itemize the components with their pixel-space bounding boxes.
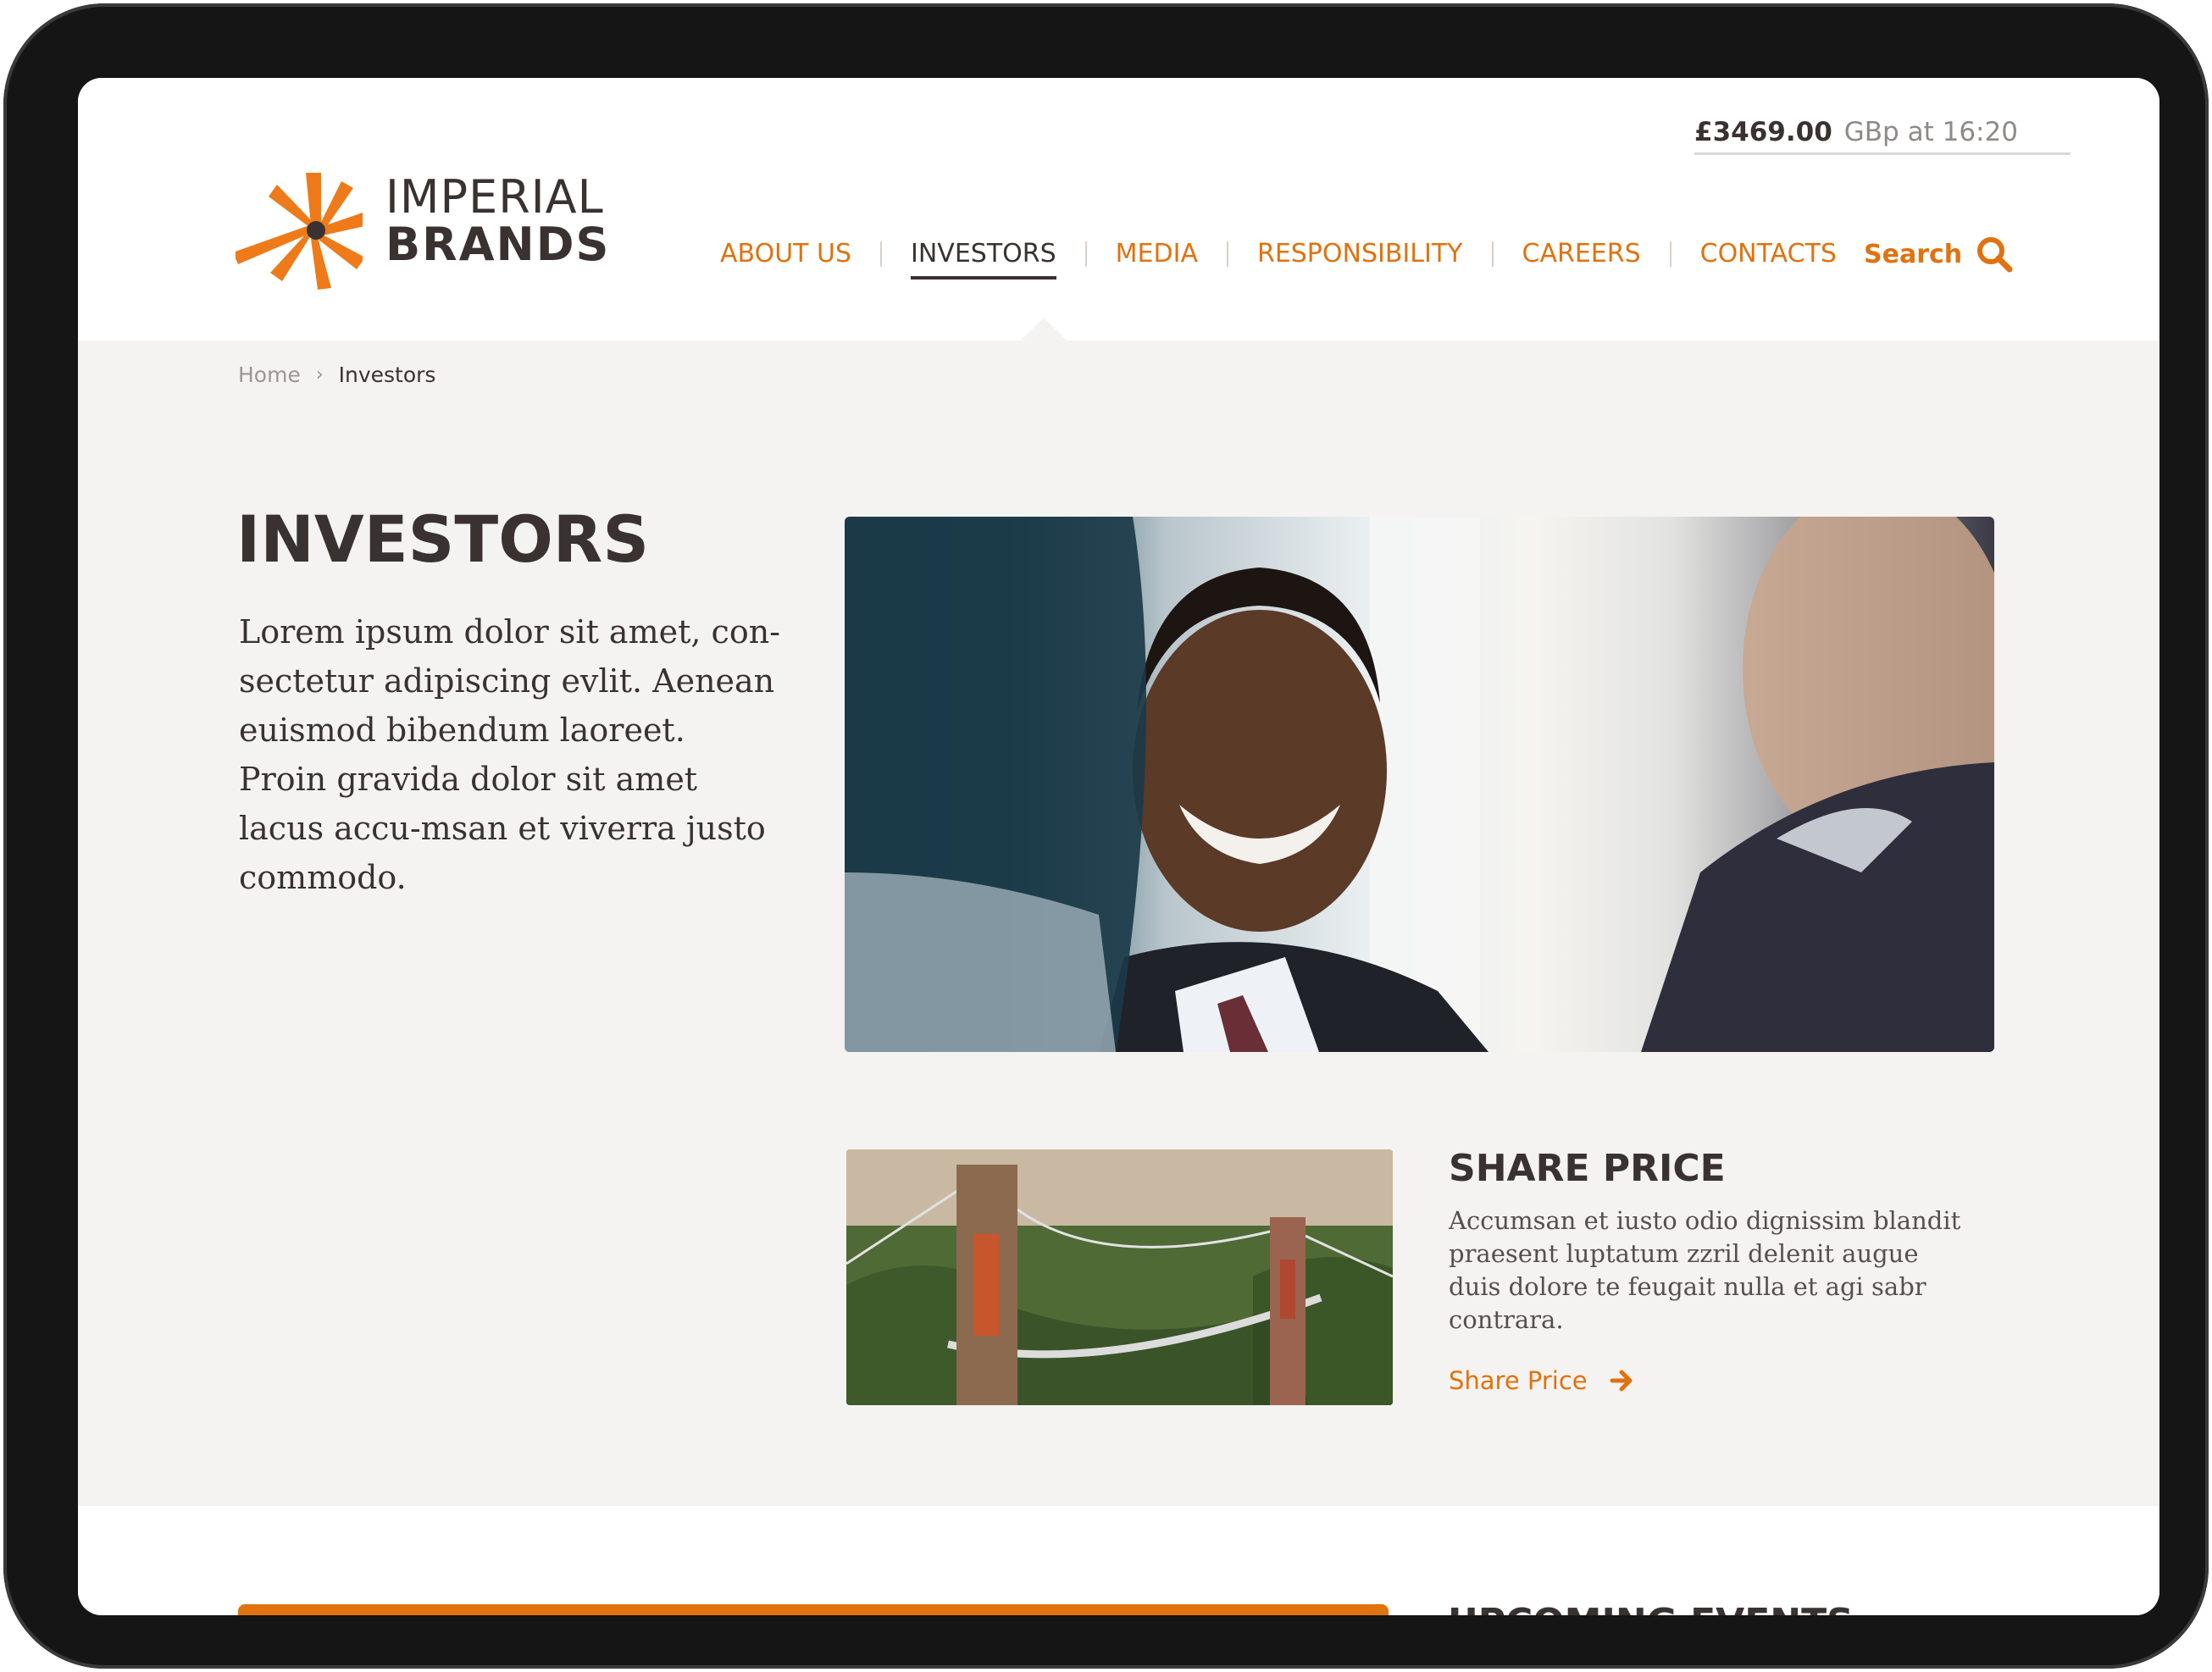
- share-price-link-label: Share Price: [1449, 1366, 1588, 1395]
- site-header: £3469.00 GBp at 16:20 IMPERIAL BRANDS AB…: [78, 78, 2159, 341]
- main-navigation: ABOUT US INVESTORS MEDIA RESPONSIBILITY …: [691, 229, 1866, 280]
- nav-media[interactable]: MEDIA: [1087, 229, 1227, 280]
- hero-image: [845, 517, 1994, 1052]
- nav-careers[interactable]: CAREERS: [1494, 229, 1670, 280]
- logo-wordmark-line2: BRANDS: [385, 218, 611, 271]
- page-title: INVESTORS: [236, 501, 650, 577]
- logo-wordmark-line1: IMPERIAL: [385, 170, 604, 224]
- site-logo[interactable]: IMPERIAL BRANDS: [236, 171, 608, 296]
- breadcrumb-home[interactable]: Home: [238, 363, 301, 387]
- share-price-ticker: £3469.00 GBp at 16:20: [1694, 112, 2071, 155]
- nav-investors[interactable]: INVESTORS: [882, 229, 1085, 280]
- imperial-starburst-icon: [236, 173, 363, 290]
- tablet-frame: £3469.00 GBp at 16:20 IMPERIAL BRANDS AB…: [3, 3, 2209, 1669]
- share-price-title: SHARE PRICE: [1449, 1147, 1726, 1190]
- active-nav-pointer: [1020, 318, 1067, 341]
- breadcrumb-current: Investors: [338, 363, 436, 387]
- search-label: Search: [1864, 239, 1963, 269]
- search-button[interactable]: Search: [1864, 229, 2013, 280]
- ticker-price: £3469.00: [1694, 117, 1832, 147]
- ticker-label: GBp at 16:20: [1843, 117, 2018, 147]
- page-intro: Lorem ipsum dolor sit amet, con-sectetur…: [239, 613, 781, 896]
- arrow-right-icon: [1610, 1370, 1633, 1392]
- nav-responsibility[interactable]: RESPONSIBILITY: [1228, 229, 1492, 280]
- nav-contacts[interactable]: CONTACTS: [1671, 229, 1866, 280]
- search-icon: [1977, 237, 2013, 273]
- nav-about-us[interactable]: ABOUT US: [691, 229, 880, 280]
- share-price-text: Accumsan et iusto odio dignissim blandit…: [1449, 1206, 1961, 1334]
- share-price-image: [846, 1149, 1393, 1405]
- upcoming-events-title: UPCOMING EVENTS: [1448, 1597, 1854, 1615]
- browser-viewport: £3469.00 GBp at 16:20 IMPERIAL BRANDS AB…: [78, 78, 2159, 1615]
- featured-panel-header: [238, 1604, 1389, 1615]
- breadcrumb: Home › Investors: [238, 363, 435, 387]
- share-price-link[interactable]: Share Price: [1449, 1362, 1635, 1399]
- breadcrumb-separator: ›: [315, 364, 324, 385]
